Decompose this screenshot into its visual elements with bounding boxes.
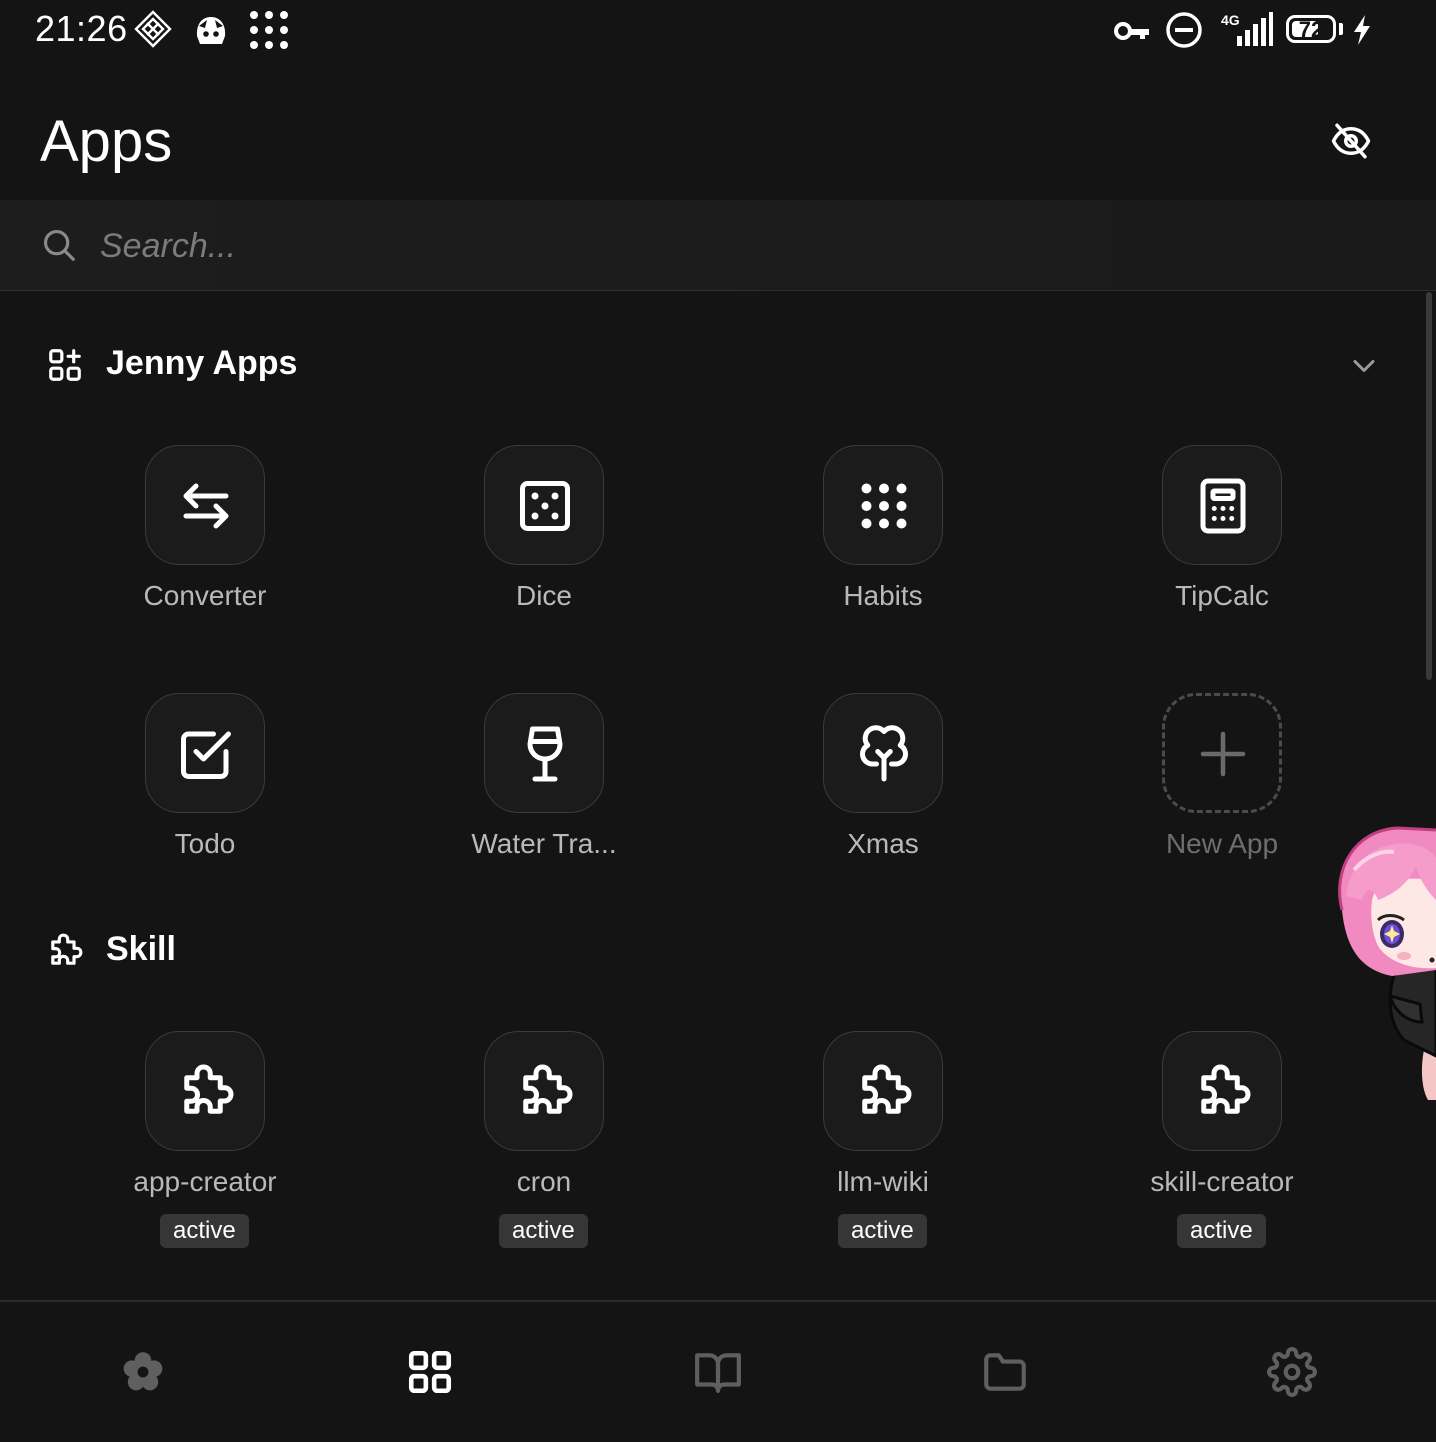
bottom-navigation <box>0 1300 1436 1442</box>
puzzle-icon <box>1201 1064 1251 1114</box>
status-badge: active <box>1177 1214 1266 1248</box>
settings-icon[interactable] <box>1267 1347 1317 1397</box>
app-tile-dice[interactable] <box>484 445 604 565</box>
battery-cap <box>1339 23 1343 35</box>
app-tile-tipcalc[interactable] <box>1162 445 1282 565</box>
signal-icon <box>1236 12 1274 53</box>
app-label: New App <box>1165 828 1279 859</box>
app-tile-todo[interactable] <box>145 693 265 813</box>
app-label: Water Tra... <box>471 828 617 859</box>
wine-glass-icon <box>527 726 563 782</box>
dice-icon <box>520 481 570 531</box>
skill-label: llm-wiki <box>837 1166 929 1197</box>
arrows-left-right-icon <box>183 483 229 529</box>
apps-icon[interactable] <box>405 1347 455 1397</box>
search-input[interactable] <box>98 218 1352 274</box>
book-icon[interactable] <box>693 1347 743 1397</box>
app-label: TipCalc <box>1175 580 1269 611</box>
floating-mascot[interactable] <box>1332 800 1436 1110</box>
section-title: Jenny Apps <box>106 344 298 382</box>
calculator-icon <box>1200 478 1246 534</box>
app-tile-habits[interactable] <box>823 445 943 565</box>
section-title: Skill <box>106 930 176 968</box>
eye-off-icon[interactable] <box>1330 120 1372 162</box>
status-badge: active <box>499 1214 588 1248</box>
skill-tile-skill-creator[interactable] <box>1162 1031 1282 1151</box>
puzzle-icon <box>862 1064 912 1114</box>
dots-grid-icon <box>861 483 907 529</box>
plus-icon <box>1200 731 1246 777</box>
skill-tile-app-creator[interactable] <box>145 1031 265 1151</box>
page-title: Apps <box>40 109 173 174</box>
app-tile-xmas[interactable] <box>823 693 943 813</box>
status-badge: active <box>160 1214 249 1248</box>
status-bar: 21:26 4G 72 <box>0 0 1436 60</box>
search-bar <box>0 200 1436 291</box>
app-label: Xmas <box>847 828 919 859</box>
mascot-notification-icon <box>193 14 229 53</box>
folder-icon[interactable] <box>980 1347 1030 1397</box>
dots-grid-icon <box>247 9 291 56</box>
new-app-button[interactable] <box>1162 693 1282 813</box>
app-label: Habits <box>843 580 923 611</box>
flower-icon[interactable] <box>118 1347 168 1397</box>
app-label: Dice <box>515 580 572 611</box>
tree-icon <box>860 725 908 782</box>
diamond-icon <box>133 9 173 54</box>
skill-label: cron <box>516 1166 572 1197</box>
charging-icon <box>1352 14 1372 51</box>
scrollbar[interactable] <box>1426 292 1432 680</box>
search-icon <box>40 226 78 264</box>
app-label: Converter <box>143 580 267 611</box>
battery-icon: 72 <box>1286 15 1336 43</box>
skill-tile-llm-wiki[interactable] <box>823 1031 943 1151</box>
skill-tile-cron[interactable] <box>484 1031 604 1151</box>
app-label: Todo <box>174 828 236 859</box>
skill-label: skill-creator <box>1150 1166 1294 1197</box>
status-badge: active <box>838 1214 927 1248</box>
puzzle-icon <box>184 1064 234 1114</box>
app-tile-converter[interactable] <box>145 445 265 565</box>
battery-percent: 72 <box>1298 17 1324 42</box>
app-tile-water-tracker[interactable] <box>484 693 604 813</box>
vpn-key-icon <box>1113 18 1151 49</box>
puzzle-icon <box>46 932 84 970</box>
do-not-disturb-icon <box>1165 11 1203 54</box>
status-time: 21:26 <box>35 8 128 49</box>
puzzle-icon <box>523 1064 573 1114</box>
checkbox-icon <box>181 731 231 779</box>
chevron-down-icon[interactable] <box>1346 348 1382 384</box>
skill-label: app-creator <box>133 1166 277 1197</box>
apps-grid-plus-icon <box>46 346 84 384</box>
